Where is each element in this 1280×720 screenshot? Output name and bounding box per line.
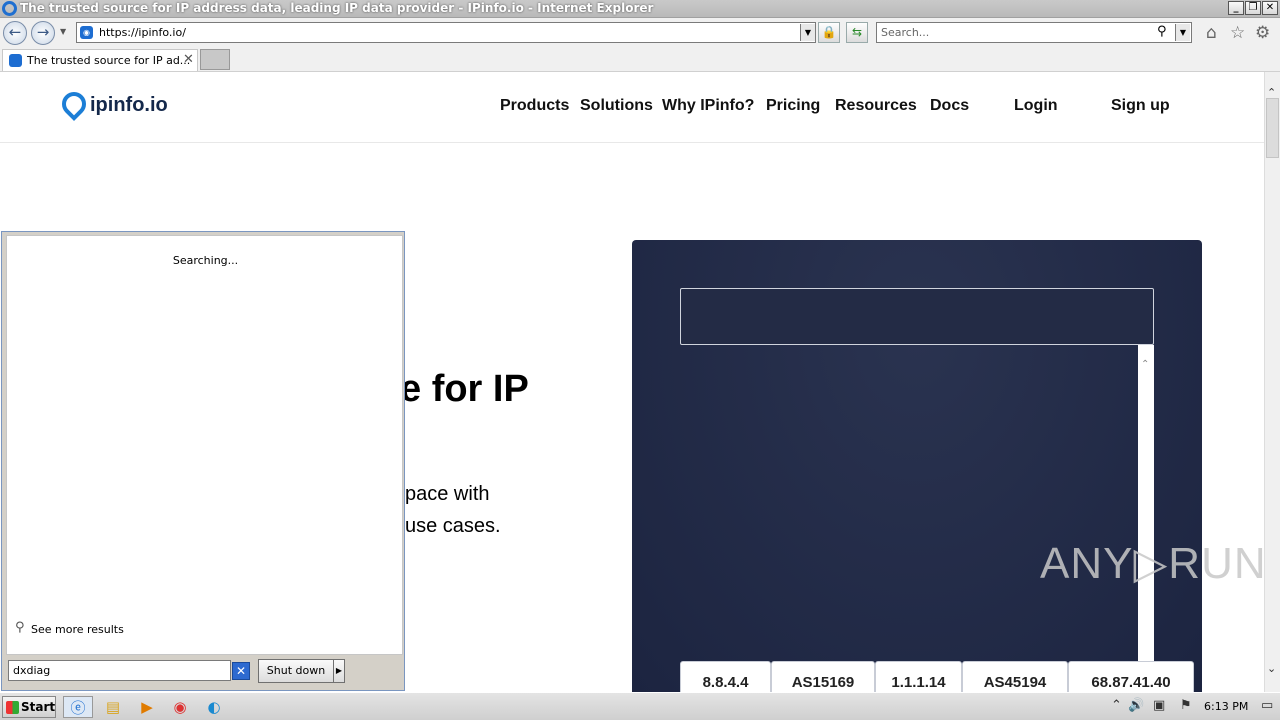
tab-bar: The trusted source for IP ad... ✕ bbox=[0, 48, 1280, 72]
site-header: ipinfo.io Products Solutions Why IPinfo?… bbox=[0, 72, 1264, 143]
shut-down-button[interactable]: Shut down bbox=[258, 659, 334, 683]
network-icon[interactable]: ▣ bbox=[1153, 698, 1165, 713]
ip-chip[interactable]: 1.1.1.14 bbox=[875, 661, 962, 692]
new-tab-button[interactable] bbox=[200, 49, 230, 70]
navigation-bar: ← → ▼ ◉ https://ipinfo.io/ ▼ 🔒 ⇆ Search.… bbox=[0, 18, 1280, 48]
see-more-results-link[interactable]: See more results bbox=[31, 623, 124, 636]
ie-logo-icon bbox=[2, 1, 17, 16]
ip-lookup-widget: ⌃ 8.8.4.4 AS15169 1.1.1.14 AS45194 68.87… bbox=[632, 240, 1202, 692]
lock-icon[interactable]: 🔒 bbox=[818, 22, 840, 43]
site-logo-text[interactable]: ipinfo.io bbox=[90, 94, 168, 117]
address-dropdown-button[interactable]: ▼ bbox=[800, 24, 815, 41]
search-box[interactable]: Search... ⚲ ▼ bbox=[876, 22, 1192, 43]
start-label: Start bbox=[21, 700, 56, 714]
shut-down-options-arrow[interactable]: ▶ bbox=[333, 659, 345, 683]
ip-chip[interactable]: AS45194 bbox=[962, 661, 1068, 692]
folder-taskbar-icon[interactable]: ▤ bbox=[98, 696, 128, 718]
window-title-bar: The trusted source for IP address data, … bbox=[0, 0, 1280, 18]
anyrun-watermark: ANY▷RUN bbox=[1040, 539, 1267, 588]
clear-search-icon[interactable]: ✕ bbox=[232, 662, 250, 680]
search-dropdown-button[interactable]: ▼ bbox=[1175, 24, 1190, 41]
taskbar: Start ⓔ ▤ ▶ ◉ ◐ ⌃ 🔊 ▣ ⚑ 6:13 PM ▭ bbox=[0, 692, 1280, 720]
hero-subtext-line2: use cases. bbox=[405, 515, 501, 537]
ipinfo-logo-icon[interactable] bbox=[57, 87, 91, 121]
address-bar[interactable]: ◉ https://ipinfo.io/ ▼ bbox=[76, 22, 816, 43]
media-player-taskbar-icon[interactable]: ▶ bbox=[132, 696, 162, 718]
signup-link[interactable]: Sign up bbox=[1111, 97, 1170, 115]
site-favicon-icon: ◉ bbox=[80, 26, 93, 39]
volume-icon[interactable]: 🔊 bbox=[1128, 698, 1144, 713]
page-scrollbar[interactable]: ⌃ ⌄ bbox=[1264, 72, 1280, 692]
ip-chip[interactable]: 8.8.4.4 bbox=[680, 661, 771, 692]
nav-solutions[interactable]: Solutions bbox=[580, 97, 653, 115]
start-button[interactable]: Start bbox=[2, 696, 56, 718]
scrollbar-thumb[interactable] bbox=[1266, 98, 1279, 158]
start-search-value[interactable]: dxdiag bbox=[13, 664, 50, 677]
maximize-button[interactable]: ❐ bbox=[1245, 1, 1261, 15]
windows-flag-icon bbox=[6, 701, 19, 714]
refresh-icon[interactable]: ⇆ bbox=[846, 22, 868, 43]
widget-scrollbar[interactable]: ⌃ bbox=[1138, 345, 1154, 670]
nav-resources[interactable]: Resources bbox=[835, 97, 917, 115]
hero-heading: e for IP bbox=[400, 368, 529, 410]
favorites-star-icon[interactable]: ☆ bbox=[1230, 23, 1245, 43]
back-button[interactable]: ← bbox=[3, 21, 27, 45]
tab-ipinfo[interactable]: The trusted source for IP ad... ✕ bbox=[2, 49, 198, 71]
login-link[interactable]: Login bbox=[1014, 97, 1058, 115]
taskbar-clock[interactable]: 6:13 PM bbox=[1204, 700, 1248, 713]
ip-chip[interactable]: 68.87.41.40 bbox=[1068, 661, 1194, 692]
nav-products[interactable]: Products bbox=[500, 97, 569, 115]
tab-close-icon[interactable]: ✕ bbox=[183, 52, 194, 67]
searching-status: Searching... bbox=[172, 254, 239, 267]
history-dropdown-icon[interactable]: ▼ bbox=[60, 27, 66, 36]
ip-lookup-input[interactable] bbox=[680, 288, 1154, 345]
scroll-up-icon[interactable]: ⌃ bbox=[1141, 359, 1149, 370]
nav-why-ipinfo[interactable]: Why IPinfo? bbox=[662, 97, 754, 115]
start-menu: Searching... ⚲ See more results dxdiag ✕… bbox=[1, 231, 405, 691]
nav-pricing[interactable]: Pricing bbox=[766, 97, 820, 115]
search-input[interactable]: Search... bbox=[881, 26, 929, 39]
window-title: The trusted source for IP address data, … bbox=[20, 1, 654, 15]
magnifier-icon: ⚲ bbox=[15, 620, 25, 635]
tray-expand-icon[interactable]: ⌃ bbox=[1111, 698, 1122, 713]
start-search-input[interactable]: dxdiag bbox=[8, 660, 231, 681]
nav-docs[interactable]: Docs bbox=[930, 97, 969, 115]
forward-button[interactable]: → bbox=[31, 21, 55, 45]
settings-gear-icon[interactable]: ⚙ bbox=[1255, 23, 1270, 43]
address-url[interactable]: https://ipinfo.io/ bbox=[99, 26, 186, 39]
close-window-button[interactable]: ✕ bbox=[1262, 1, 1278, 15]
chrome-taskbar-icon[interactable]: ◉ bbox=[165, 696, 195, 718]
search-icon[interactable]: ⚲ bbox=[1157, 24, 1167, 39]
home-icon[interactable]: ⌂ bbox=[1206, 23, 1217, 43]
show-desktop-icon[interactable]: ▭ bbox=[1261, 698, 1273, 713]
action-center-flag-icon[interactable]: ⚑ bbox=[1180, 698, 1192, 713]
edge-taskbar-icon[interactable]: ◐ bbox=[199, 696, 229, 718]
hero-subtext-line1: pace with bbox=[405, 483, 490, 505]
start-menu-results: Searching... ⚲ See more results bbox=[6, 235, 403, 655]
tab-label: The trusted source for IP ad... bbox=[27, 54, 191, 67]
ie-taskbar-icon[interactable]: ⓔ bbox=[63, 696, 93, 718]
ip-chip[interactable]: AS15169 bbox=[771, 661, 875, 692]
tab-favicon-icon bbox=[9, 54, 22, 67]
scroll-down-arrow-icon[interactable]: ⌄ bbox=[1267, 662, 1276, 675]
minimize-button[interactable]: _ bbox=[1228, 1, 1244, 15]
